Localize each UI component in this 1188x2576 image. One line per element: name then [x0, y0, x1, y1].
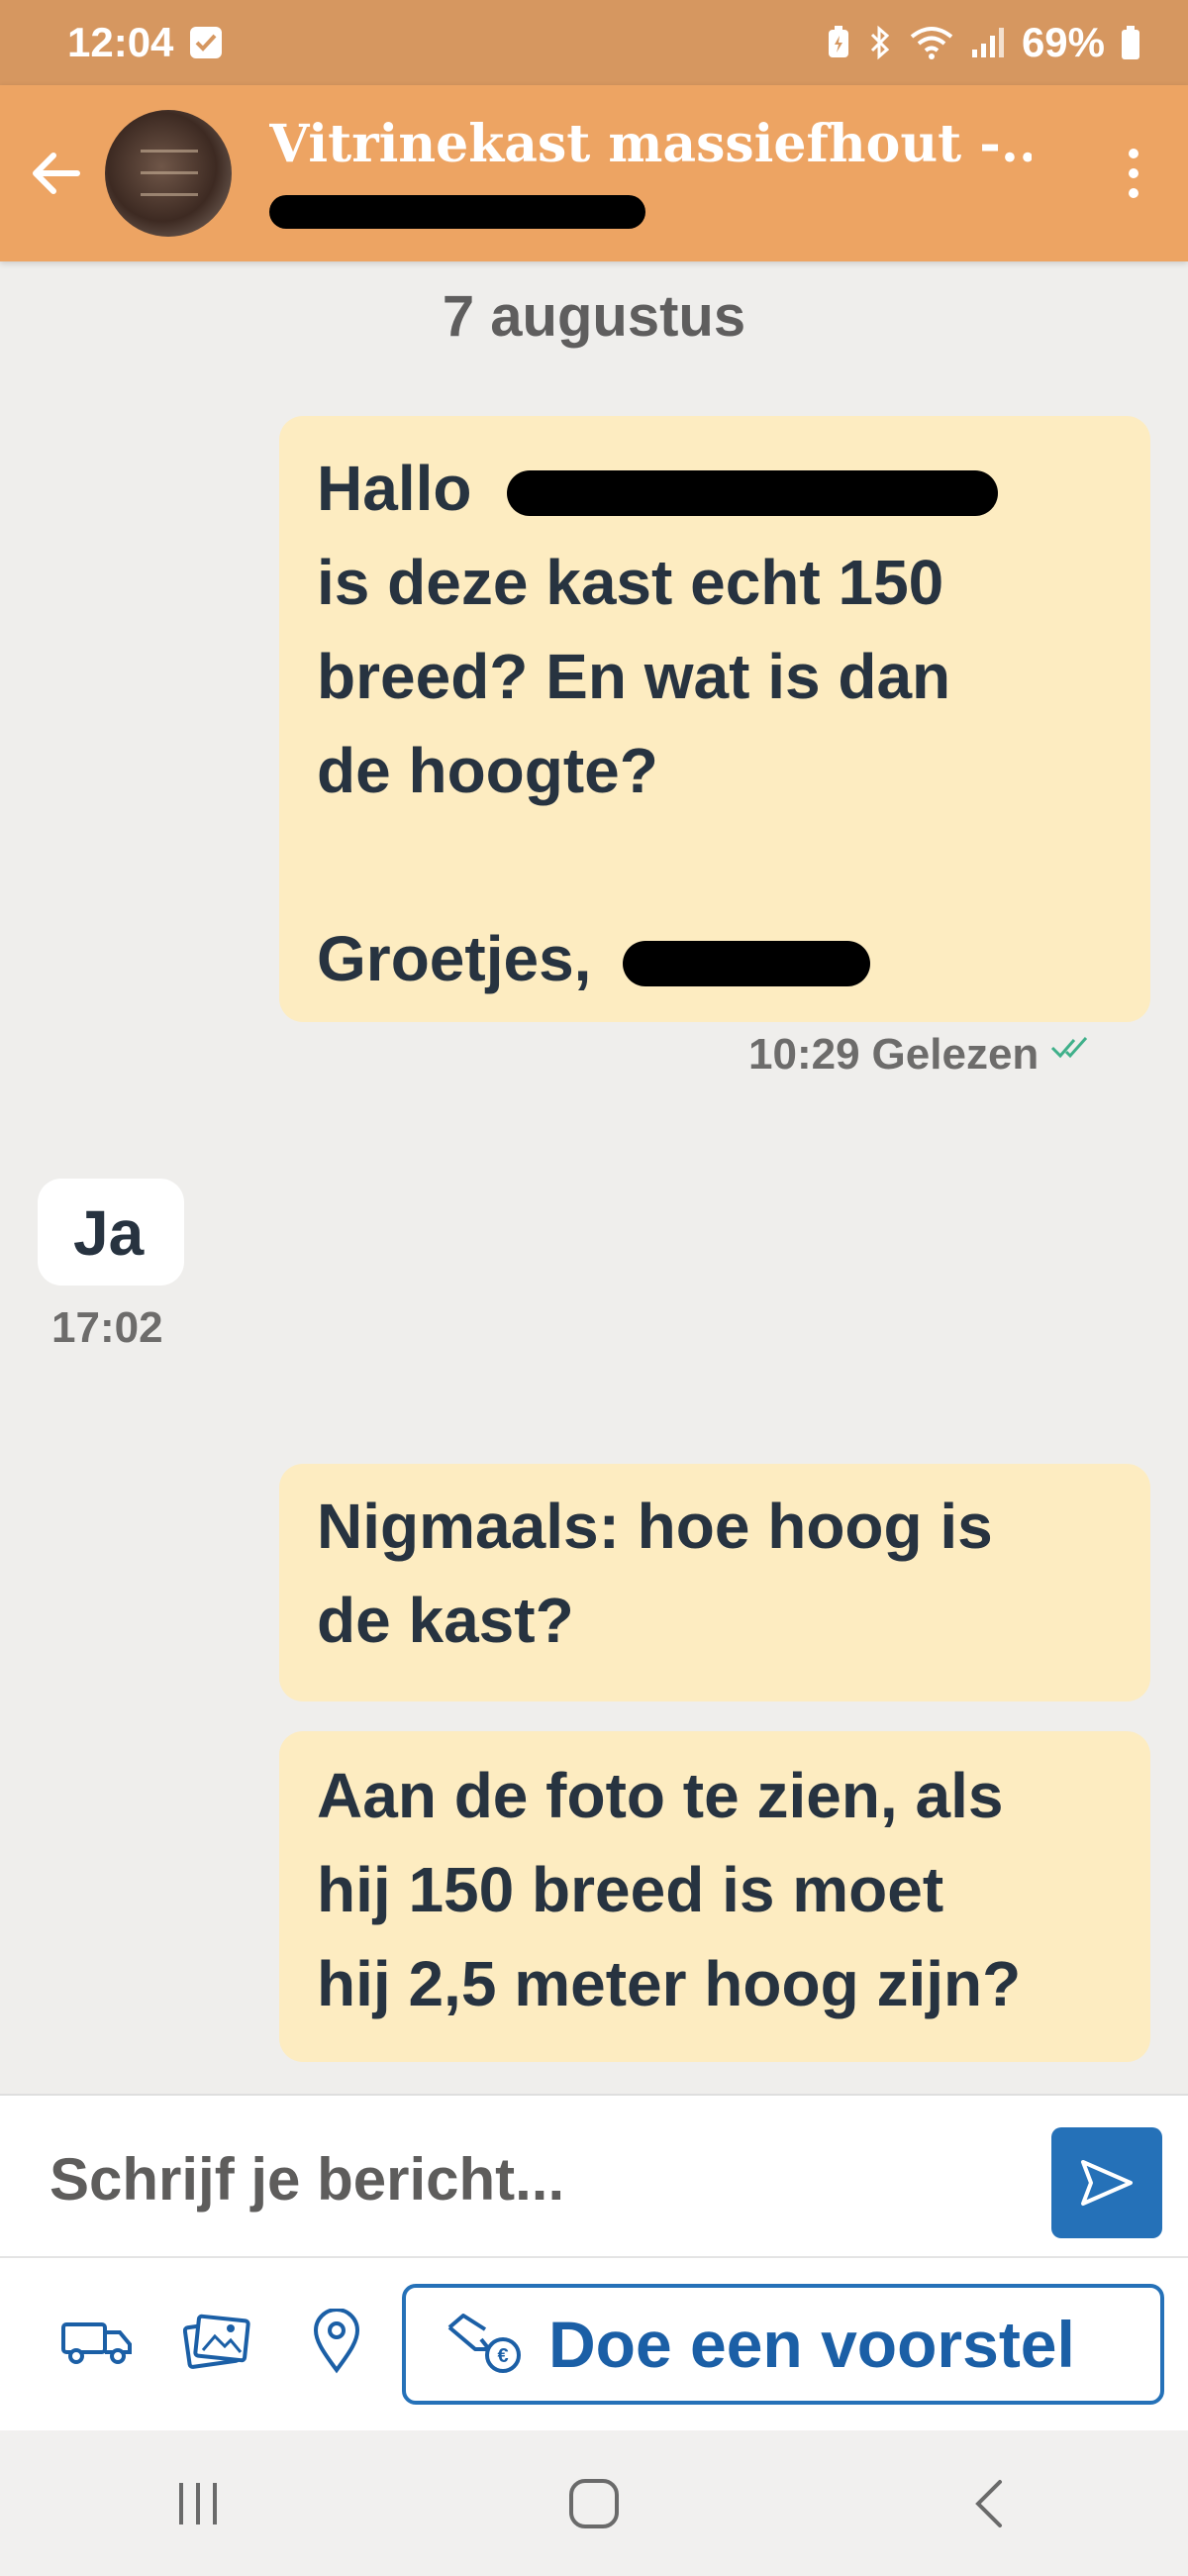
date-separator: 7 augustus: [442, 284, 746, 349]
wifi-icon: [909, 25, 954, 60]
double-check-icon: [1051, 1037, 1088, 1059]
message-text: Aan de foto te zien, als: [317, 1760, 1004, 1831]
signal-icon: [970, 26, 1006, 59]
more-vertical-icon: [1129, 149, 1138, 198]
message-line: Hallo: [317, 442, 1150, 536]
incoming-message-bubble[interactable]: Ja: [38, 1179, 184, 1286]
location-icon[interactable]: [297, 2302, 376, 2381]
message-line: Groetjes,: [317, 912, 1150, 1006]
outgoing-message-bubble[interactable]: Nigmaals: hoe hoog is de kast?: [279, 1464, 1150, 1701]
message-text: hij 150 breed is moet: [317, 1854, 944, 1925]
truck-icon[interactable]: [57, 2302, 137, 2381]
make-offer-label: Doe een voorstel: [548, 2308, 1075, 2381]
message-text: de hoogte?: [317, 735, 658, 806]
message-text: Groetjes,: [317, 923, 592, 994]
status-time: 12:04: [67, 19, 174, 65]
svg-text:€: €: [497, 2345, 508, 2367]
message-text: Hallo: [317, 453, 472, 524]
arrow-left-icon: [33, 153, 80, 194]
conversation-header: Vitrinekast massiefhout -...: [0, 85, 1188, 261]
bluetooth-icon: [867, 25, 893, 60]
back-button[interactable]: [6, 124, 105, 223]
battery-saver-icon: [826, 26, 851, 59]
screen: 12:04 69% Vitrinekast massiefhout -... 7…: [0, 0, 1188, 2576]
message-text: Ja: [73, 1197, 145, 1269]
message-text: Nigmaals: hoe hoog is: [317, 1491, 993, 1562]
redacted-name: [623, 941, 871, 987]
system-back-button[interactable]: [911, 2454, 1069, 2553]
outgoing-message-bubble[interactable]: Aan de foto te zien, als hij 150 breed i…: [279, 1731, 1150, 2062]
message-input[interactable]: Schrijf je bericht...: [50, 2145, 1000, 2215]
images-icon[interactable]: [178, 2302, 257, 2381]
status-bar: 12:04 69%: [0, 0, 1188, 85]
recent-apps-button[interactable]: [119, 2454, 277, 2553]
listing-avatar[interactable]: [105, 110, 232, 237]
home-button[interactable]: [515, 2454, 673, 2553]
message-text: hij 2,5 meter hoog zijn?: [317, 1948, 1022, 2019]
read-status: Gelezen: [871, 1030, 1040, 1079]
battery-percentage: 69%: [1021, 19, 1105, 65]
message-list[interactable]: 7 augustus Hallo is deze kast echt 150 b…: [0, 261, 1188, 2094]
listing-title: Vitrinekast massiefhout -...: [269, 114, 1032, 174]
outgoing-message-bubble[interactable]: Hallo is deze kast echt 150 breed? En wa…: [279, 416, 1150, 1022]
battery-icon: [1121, 25, 1140, 60]
message-text: breed? En wat is dan: [317, 641, 951, 712]
message-meta: 17:02: [51, 1303, 163, 1353]
send-button[interactable]: [1051, 2127, 1162, 2238]
check-notification-icon: [189, 26, 223, 59]
send-icon: [1081, 2160, 1133, 2206]
message-text: de kast?: [317, 1585, 574, 1656]
system-navigation-bar: [0, 2430, 1188, 2576]
recent-apps-icon: [179, 2482, 217, 2524]
seller-name-redacted: [269, 195, 645, 229]
message-meta: 10:29 Gelezen: [748, 1030, 1094, 1080]
message-text: [317, 818, 1150, 912]
header-text[interactable]: Vitrinekast massiefhout -...: [269, 104, 1089, 243]
more-options-button[interactable]: [1089, 114, 1178, 233]
redacted-name: [507, 470, 999, 517]
action-bar: € Doe een voorstel: [0, 2256, 1188, 2430]
make-offer-button[interactable]: € Doe een voorstel: [402, 2284, 1164, 2405]
hand-coin-icon: €: [446, 2310, 525, 2379]
message-time: 17:02: [51, 1303, 163, 1352]
chevron-left-icon: [975, 2479, 1002, 2527]
home-icon: [569, 2478, 619, 2528]
message-text: is deze kast echt 150: [317, 547, 944, 618]
message-composer: Schrijf je bericht...: [0, 2094, 1188, 2256]
message-time: 10:29: [748, 1030, 860, 1079]
